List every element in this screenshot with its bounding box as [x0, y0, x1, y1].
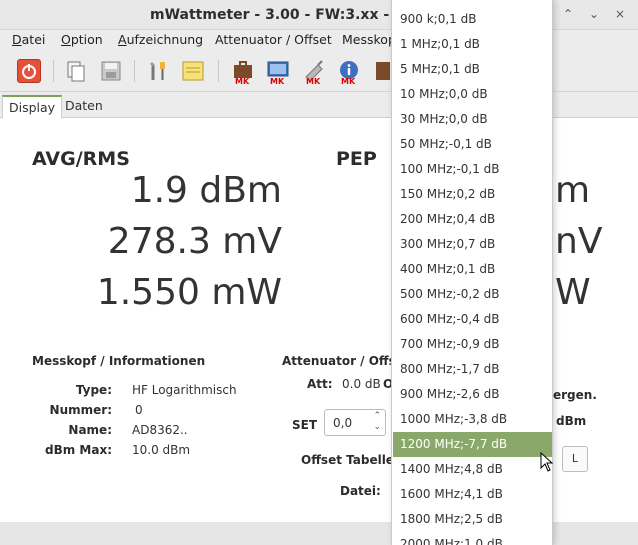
menu-datei-mnemonic: D	[12, 32, 22, 47]
name-label: Name:	[68, 423, 112, 437]
dbm-max-label: dBm Max:	[45, 443, 112, 457]
toolbar-separator	[134, 60, 135, 82]
dropdown-option[interactable]: 800 MHz;-1,7 dB	[393, 357, 552, 382]
dropdown-option[interactable]: 1200 MHz;-7,7 dB	[393, 432, 552, 457]
offset-tabelle-label: Offset Tabelle	[301, 453, 394, 467]
dropdown-option[interactable]: 200 MHz;0,4 dB	[393, 207, 552, 232]
dbm-fragment: dBm	[556, 414, 587, 428]
dropdown-option[interactable]: 1 MHz;0,1 dB	[393, 32, 552, 57]
tab-daten[interactable]: Daten	[59, 95, 109, 118]
dropdown-option[interactable]: 150 MHz;0,2 dB	[393, 182, 552, 207]
datei-label: Datei:	[340, 484, 381, 498]
mk-label: MK	[235, 77, 250, 86]
power-icon[interactable]	[17, 59, 41, 83]
set-label: SET	[292, 418, 318, 432]
attenuator-heading: Attenuator / Offse	[282, 354, 404, 368]
menu-attenuator[interactable]: Attenuator / Offset	[215, 32, 332, 47]
mk-label: MK	[306, 77, 321, 86]
tools-icon[interactable]	[146, 59, 170, 83]
menu-aufzeichnung-label: ufzeichnung	[126, 32, 204, 47]
att-value: 0.0 dB	[342, 377, 381, 391]
type-value: HF Logarithmisch	[132, 383, 237, 397]
mk-label: MK	[270, 77, 285, 86]
dropdown-option[interactable]: 5 MHz;0,1 dB	[393, 57, 552, 82]
dropdown-option[interactable]: 1800 MHz;2,5 dB	[393, 507, 552, 532]
avg-dbm-value: 1.9 dBm	[130, 170, 282, 211]
dropdown-option[interactable]: 100 MHz;-0,1 dB	[393, 157, 552, 182]
dropdown-option[interactable]: 300 MHz;0,7 dB	[393, 232, 552, 257]
set-value: 0,0	[333, 416, 353, 430]
info-mk-icon[interactable]: MK	[337, 59, 361, 86]
tab-display[interactable]: Display	[2, 95, 63, 118]
spin-up-icon[interactable]: ⌃	[373, 411, 381, 421]
dropdown-option[interactable]: 30 MHz;0,0 dB	[393, 107, 552, 132]
window-title: mWattmeter - 3.00 - FW:3.xx - /de	[150, 7, 419, 23]
minimize-button[interactable]: ⌃	[560, 6, 576, 22]
dropdown-option[interactable]: 1400 MHz;4,8 dB	[393, 457, 552, 482]
dropdown-option[interactable]: 600 MHz;-0,4 dB	[393, 307, 552, 332]
nummer-label: Nummer:	[49, 403, 112, 417]
pep-dbm-value: m	[555, 170, 591, 211]
menu-datei-label: atei	[21, 32, 46, 47]
close-button[interactable]: ×	[612, 6, 628, 22]
menu-datei[interactable]: Datei	[12, 32, 45, 47]
dropdown-option[interactable]: 700 MHz;-0,9 dB	[393, 332, 552, 357]
monitor-mk-icon[interactable]: MK	[266, 59, 290, 86]
messkopf-heading: Messkopf / Informationen	[32, 354, 206, 368]
dropdown-option[interactable]: 2000 MHz;1,0 dB	[393, 532, 552, 545]
spin-down-icon[interactable]: ⌄	[373, 422, 381, 432]
menu-option-label: ption	[70, 32, 103, 47]
plug-mk-icon[interactable]: MK	[302, 59, 326, 86]
avg-mv-value: 278.3 mV	[107, 221, 282, 262]
menu-attenuator-label: Attenuator / Offset	[215, 32, 332, 47]
offset-dropdown-list[interactable]: 900 k;0,1 dB 1 MHz;0,1 dB 5 MHz;0,1 dB 10 M…	[391, 0, 553, 545]
briefcase-mk-icon[interactable]: MK	[231, 59, 255, 86]
name-value: AD8362..	[132, 423, 188, 437]
dropdown-option[interactable]: 900 MHz;-2,6 dB	[393, 382, 552, 407]
save-icon[interactable]	[99, 59, 123, 83]
avg-rms-heading: AVG/RMS	[32, 148, 130, 170]
toolbar-separator	[53, 60, 54, 82]
dropdown-option[interactable]: 900 k;0,1 dB	[393, 7, 552, 32]
menu-aufzeichnung[interactable]: Aufzeichnung	[118, 32, 203, 47]
dropdown-option[interactable]: 500 MHz;-0,2 dB	[393, 282, 552, 307]
pep-heading: PEP	[336, 148, 377, 170]
dropdown-option[interactable]: 50 MHz;-0,1 dB	[393, 132, 552, 157]
set-spinbox[interactable]: 0,0 ⌃ ⌄	[324, 409, 386, 436]
toolbar-separator	[218, 60, 219, 82]
avg-mw-value: 1.550 mW	[96, 272, 282, 313]
ergen-fragment: ergen.	[553, 388, 597, 402]
dropdown-option[interactable]: 400 MHz;0,1 dB	[393, 257, 552, 282]
dbm-max-value: 10.0 dBm	[132, 443, 191, 457]
note-icon[interactable]	[181, 59, 205, 83]
menu-aufzeichnung-mnemonic: A	[118, 32, 127, 47]
mouse-cursor-icon	[540, 452, 554, 472]
pep-mw-value: W	[555, 272, 591, 313]
dropdown-option[interactable]: 1600 MHz;4,1 dB	[393, 482, 552, 507]
copy-icon[interactable]	[64, 59, 88, 83]
menu-option[interactable]: Option	[61, 32, 103, 47]
dropdown-option[interactable]: 1000 MHz;-3,8 dB	[393, 407, 552, 432]
att-label: Att:	[307, 377, 333, 391]
menu-option-mnemonic: O	[61, 32, 71, 47]
maximize-button[interactable]: ⌄	[586, 6, 602, 22]
mk-label: MK	[341, 77, 356, 86]
dropdown-option[interactable]: 10 MHz;0,0 dB	[393, 82, 552, 107]
l-button[interactable]: L	[562, 446, 588, 472]
nummer-value: 0	[135, 403, 143, 417]
type-label: Type:	[75, 383, 112, 397]
pep-mv-value: nV	[555, 221, 603, 262]
